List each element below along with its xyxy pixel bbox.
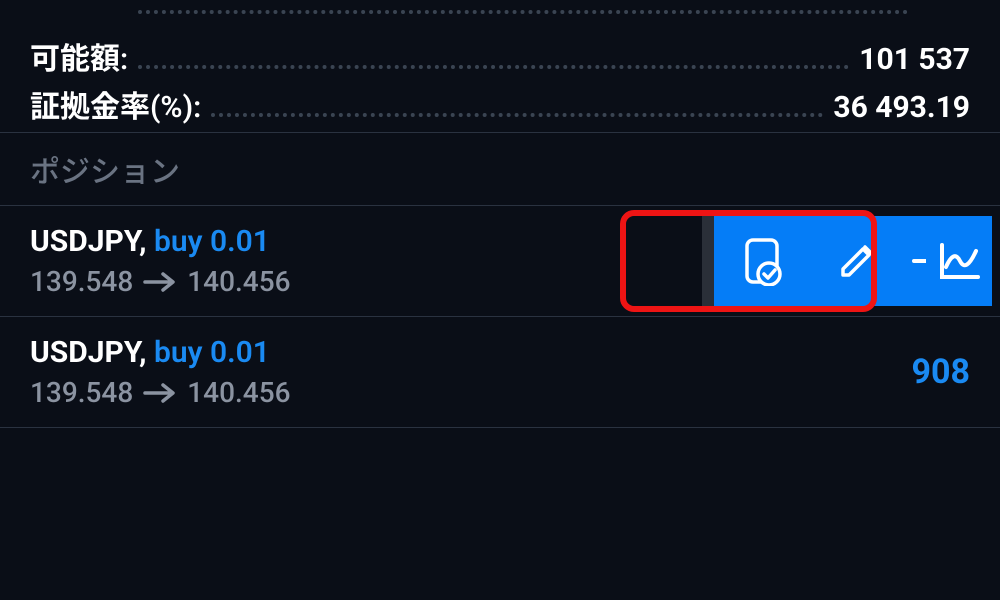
position-symbol: USDJPY xyxy=(30,335,139,370)
arrow-right-icon xyxy=(143,271,177,293)
account-row-free-margin: 可能額: 101 537 xyxy=(0,26,1000,74)
position-side: buy xyxy=(154,335,203,370)
close-position-icon xyxy=(739,236,785,286)
position-row[interactable]: USDJPY, buy 0.01 139.548 140.456 908 xyxy=(0,317,1000,428)
edit-icon xyxy=(835,239,879,283)
dot-leader xyxy=(138,0,908,18)
account-margin-level-label: 証拠金率(%): xyxy=(30,82,201,126)
position-info: USDJPY, buy 0.01 139.548 140.456 xyxy=(30,224,291,298)
chart-icon xyxy=(934,237,984,285)
account-row-margin: 証拠金: 278 xyxy=(0,0,1000,26)
account-free-margin-value: 101 537 xyxy=(859,42,970,77)
modify-position-button[interactable] xyxy=(809,216,904,306)
account-free-margin-label: 可能額: xyxy=(30,34,128,78)
account-row-margin-level: 証拠金率(%): 36 493.19 xyxy=(0,74,1000,122)
account-summary: 証拠金: 278 可能額: 101 537 証拠金率(%): 36 493.19 xyxy=(0,0,1000,122)
positions-section-header: ポジション xyxy=(0,133,1000,206)
account-margin-level-value: 36 493.19 xyxy=(833,90,970,125)
position-current-price: 140.456 xyxy=(187,376,290,409)
position-side: buy xyxy=(154,224,203,259)
position-profit: 908 xyxy=(911,352,970,392)
position-symbol: USDJPY xyxy=(30,224,139,259)
position-current-price: 140.456 xyxy=(187,265,290,298)
position-lots: 0.01 xyxy=(210,335,270,370)
position-open-price: 139.548 xyxy=(30,376,133,409)
dot-leader xyxy=(138,39,849,69)
position-info: USDJPY, buy 0.01 139.548 140.456 xyxy=(30,335,291,409)
position-row[interactable]: USDJPY, buy 0.01 139.548 140.456 xyxy=(0,206,1000,317)
dot-leader xyxy=(211,87,823,117)
close-position-button[interactable] xyxy=(714,216,809,306)
position-open-price: 139.548 xyxy=(30,265,133,298)
open-chart-button[interactable] xyxy=(926,216,992,306)
arrow-right-icon xyxy=(143,382,177,404)
drag-handle[interactable] xyxy=(702,216,714,306)
position-lots: 0.01 xyxy=(210,224,270,259)
